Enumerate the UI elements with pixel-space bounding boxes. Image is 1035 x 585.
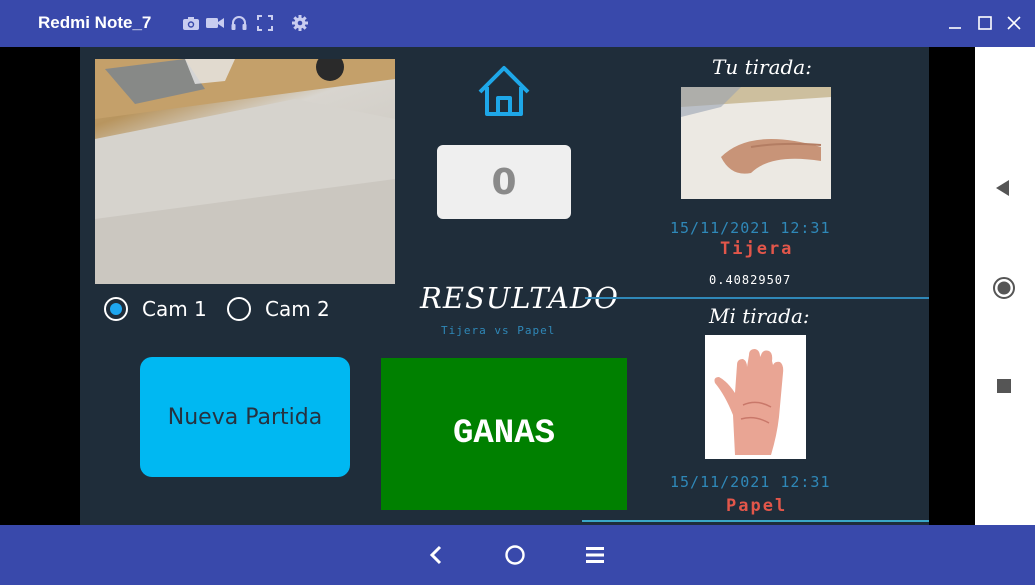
cam1-radio[interactable]: Cam 1: [104, 295, 207, 323]
home-icon[interactable]: [476, 64, 532, 118]
player-move: Tijera: [720, 239, 794, 259]
menu-icon[interactable]: [585, 545, 605, 569]
camera-preview: [95, 59, 395, 284]
radio-unselected-icon: [227, 297, 251, 321]
minimize-icon[interactable]: [944, 12, 966, 34]
home-circle-icon[interactable]: [992, 276, 1016, 304]
player-timestamp: 15/11/2021 12:31: [670, 219, 831, 237]
camera-icon[interactable]: [182, 14, 200, 32]
home-circle-icon[interactable]: [504, 544, 526, 570]
back-triangle-icon[interactable]: [995, 179, 1011, 201]
divider-line: [585, 297, 929, 299]
window-title: Redmi Note_7: [38, 13, 152, 32]
machine-heading: Mi tirada:: [709, 304, 810, 328]
machine-photo: [705, 335, 806, 459]
video-icon[interactable]: [205, 14, 224, 32]
player-photo: [681, 87, 831, 199]
close-icon[interactable]: [1003, 12, 1025, 34]
window-titlebar: Redmi Note_7: [0, 0, 1035, 47]
recents-square-icon[interactable]: [997, 378, 1011, 397]
back-chevron-icon[interactable]: [428, 544, 444, 570]
radio-selected-icon: [104, 297, 128, 321]
cam1-label: Cam 1: [142, 297, 207, 321]
score-counter: 0: [437, 145, 571, 219]
side-nav-panel: [975, 47, 1035, 525]
outcome-banner: GANAS: [381, 358, 627, 510]
machine-timestamp: 15/11/2021 12:31: [670, 473, 831, 491]
matchup-text: Tijera vs Papel: [441, 324, 556, 337]
settings-icon[interactable]: [291, 14, 309, 32]
headphones-icon[interactable]: [230, 14, 248, 32]
bottom-nav-bar: [0, 525, 1035, 585]
machine-move: Papel: [726, 496, 788, 516]
player-heading: Tu tirada:: [712, 55, 812, 79]
maximize-icon[interactable]: [974, 12, 996, 34]
new-game-button[interactable]: Nueva Partida: [140, 357, 350, 477]
cam2-radio[interactable]: Cam 2: [227, 295, 330, 323]
fullscreen-icon[interactable]: [256, 14, 274, 32]
player-confidence: 0.40829507: [709, 273, 792, 287]
app-screen: Cam 1 Cam 2 Nueva Partida 0 RESULTADO Ti…: [80, 47, 929, 525]
cam2-label: Cam 2: [265, 297, 330, 321]
bottom-divider-line: [582, 520, 929, 522]
